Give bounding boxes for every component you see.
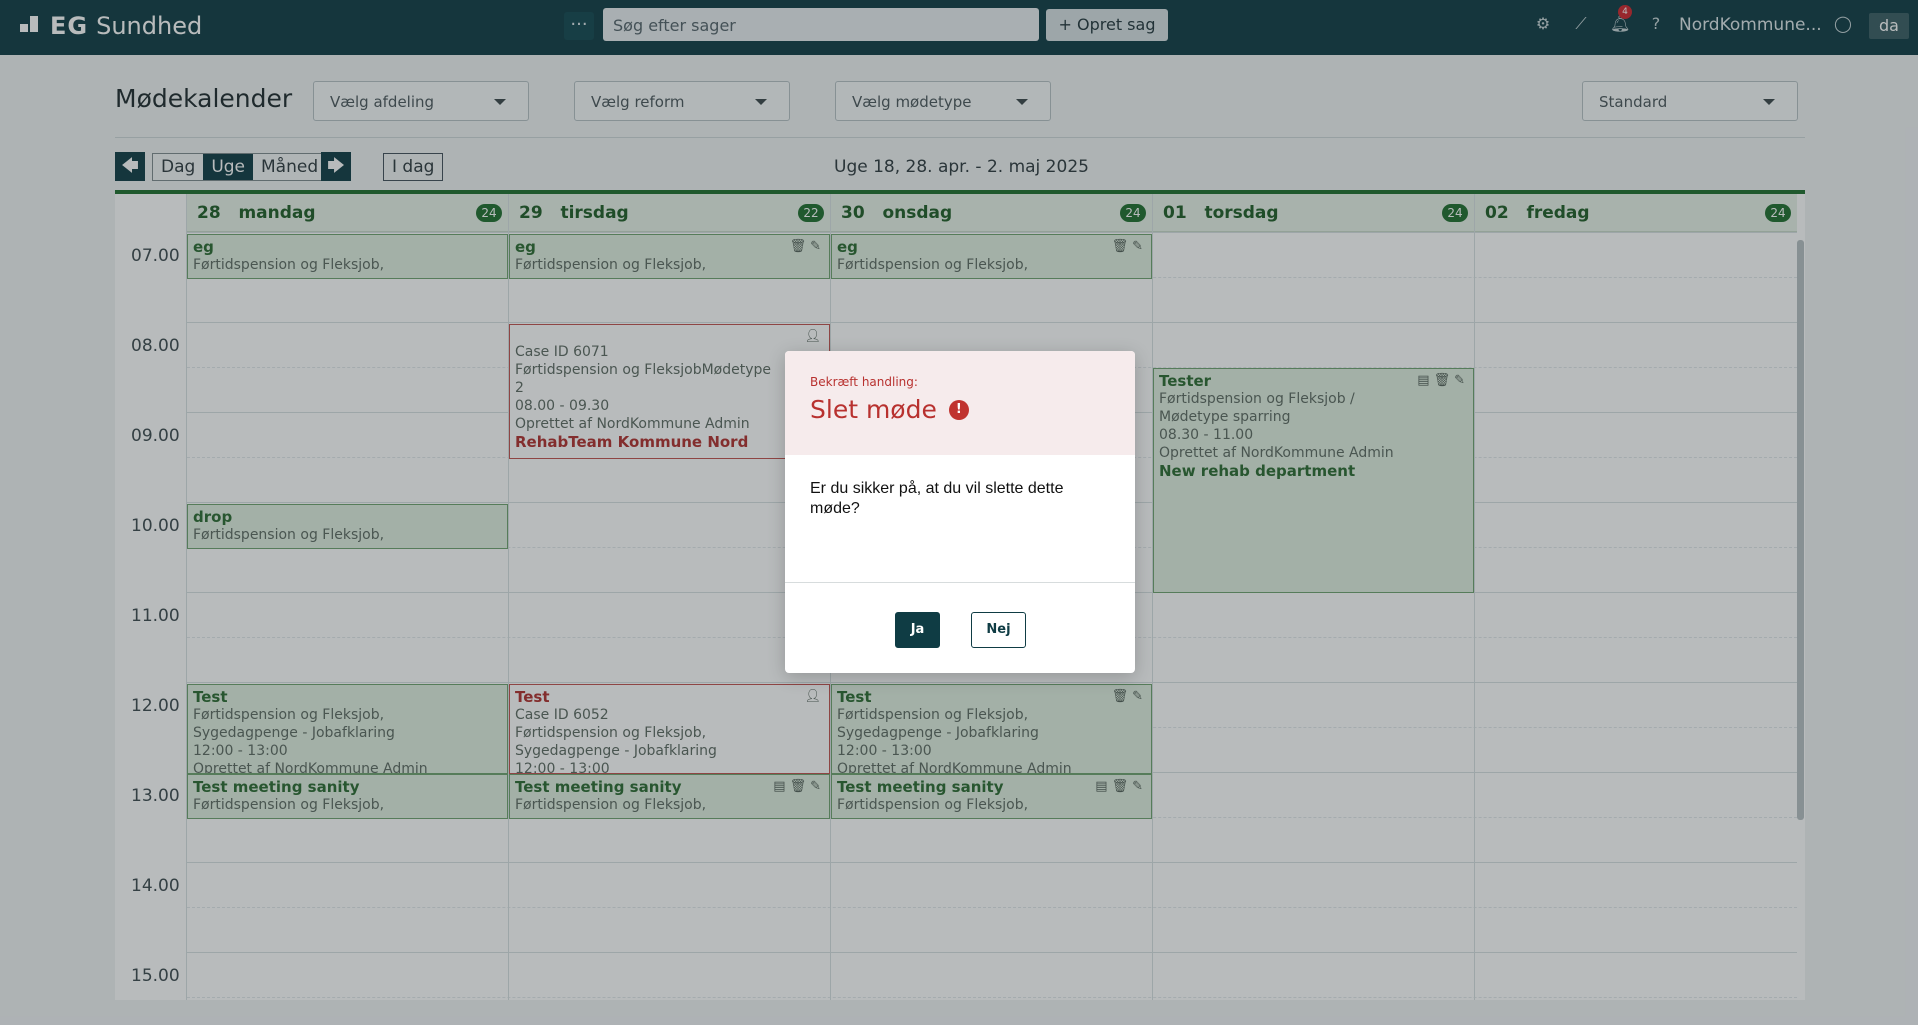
confirm-delete-dialog: Bekræft handling: Slet møde! Er du sikke…	[785, 351, 1135, 673]
dialog-title-row: Slet møde!	[810, 395, 1110, 424]
dialog-message: Er du sikker på, at du vil slette dette …	[785, 455, 1135, 583]
confirm-yes-button[interactable]: Ja	[895, 612, 940, 648]
warning-icon: !	[948, 399, 969, 420]
app-root: EG Sundhed ··· Søg efter sager + Opret s…	[0, 0, 1918, 1025]
dialog-header: Bekræft handling: Slet møde!	[785, 351, 1135, 455]
dialog-title: Slet møde	[810, 395, 937, 424]
dialog-subtitle: Bekræft handling:	[810, 375, 918, 389]
confirm-no-button[interactable]: Nej	[971, 612, 1026, 648]
